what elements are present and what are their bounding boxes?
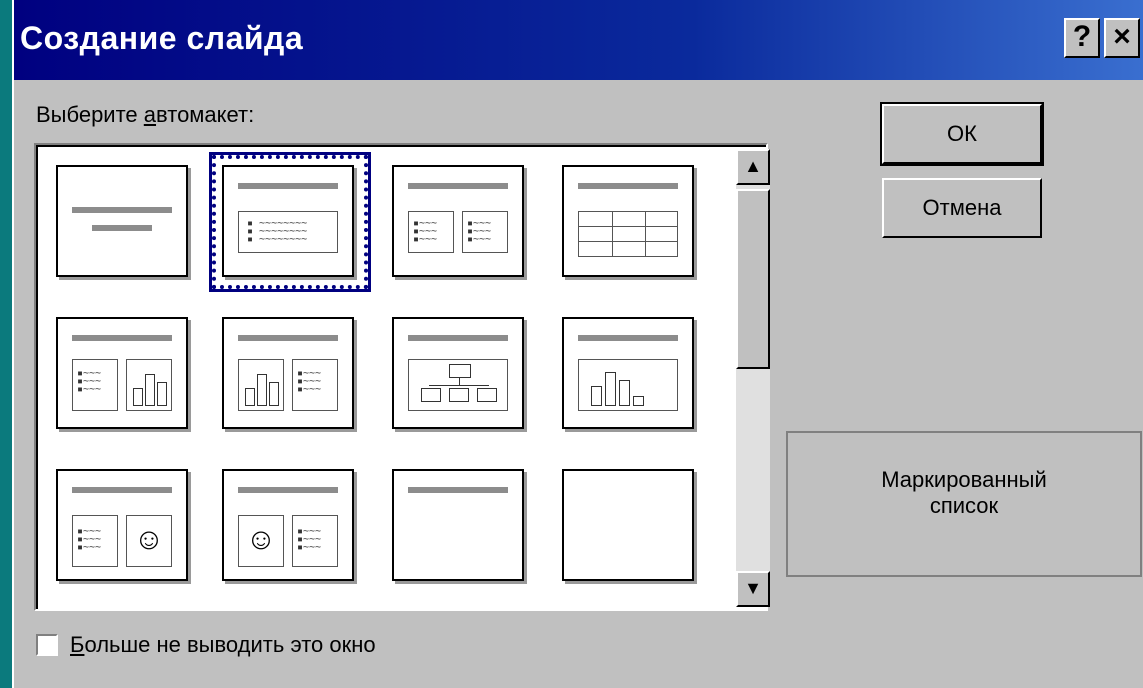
slide-creation-dialog: Создание слайда ? × Выберите автомакет: … [12, 0, 1143, 688]
dialog-title: Создание слайда [20, 20, 304, 56]
bullet-list-icon: ▪~~~ ▪~~~ ▪~~~ [77, 368, 102, 395]
subtitle-bar-shape [92, 225, 152, 231]
dont-show-checkbox[interactable] [36, 634, 58, 656]
title-bar-shape [72, 487, 172, 493]
layout-text-and-clipart[interactable]: ▪~~~ ▪~~~ ▪~~~ ☺ [56, 469, 188, 581]
title-bar-shape [72, 207, 172, 213]
bar-chart-icon [238, 359, 284, 411]
description-line-1: Маркированный [881, 467, 1047, 492]
listbox-frame: ▪ ~~~~~~~~ ▪ ~~~~~~~~ ▪ ~~~~~~~~ ▪~~~ ▪~… [36, 145, 770, 609]
text-box-shape: ▪~~~ ▪~~~ ▪~~~ [408, 211, 454, 253]
table-icon [578, 211, 678, 257]
clipart-person-icon: ☺ [126, 515, 172, 567]
title-bar-shape [578, 335, 678, 341]
bullet-list-icon: ▪~~~ ▪~~~ ▪~~~ [297, 526, 322, 553]
bullet-list-icon: ▪~~~ ▪~~~ ▪~~~ [467, 218, 492, 245]
bullet-list-icon: ▪~~~ ▪~~~ ▪~~~ [77, 526, 102, 553]
layout-clipart-and-text[interactable]: ☺ ▪~~~ ▪~~~ ▪~~~ [222, 469, 354, 581]
cancel-button[interactable]: Отмена [882, 178, 1042, 238]
layout-text-and-chart[interactable]: ▪~~~ ▪~~~ ▪~~~ [56, 317, 188, 429]
clipart-person-icon: ☺ [238, 515, 284, 567]
bar-chart-icon [126, 359, 172, 411]
layout-table[interactable] [562, 165, 694, 277]
label-part: втомакет: [156, 102, 255, 127]
title-bar-shape [72, 335, 172, 341]
layout-description-panel: Маркированный список [786, 431, 1142, 577]
layout-title-slide[interactable] [56, 165, 188, 277]
title-bar-shape [578, 183, 678, 189]
text-box-shape: ▪~~~ ▪~~~ ▪~~~ [292, 359, 338, 411]
scroll-down-arrow-icon[interactable]: ▼ [736, 571, 770, 607]
close-button[interactable]: × [1104, 18, 1140, 58]
title-bar-shape [408, 183, 508, 189]
ok-button[interactable]: ОК [880, 102, 1044, 166]
scroll-thumb[interactable] [736, 189, 770, 369]
bullet-list-icon: ▪~~~ ▪~~~ ▪~~~ [413, 218, 438, 245]
title-bar-shape [238, 183, 338, 189]
bullet-list-icon: ▪~~~ ▪~~~ ▪~~~ [297, 368, 322, 395]
help-button[interactable]: ? [1064, 18, 1100, 58]
label-accelerator: Б [70, 632, 85, 657]
layout-chart[interactable] [562, 317, 694, 429]
title-bar-shape [238, 335, 338, 341]
title-bar[interactable]: Создание слайда ? × [14, 0, 1143, 80]
text-box-shape: ▪~~~ ▪~~~ ▪~~~ [462, 211, 508, 253]
text-box-shape: ▪~~~ ▪~~~ ▪~~~ [72, 515, 118, 567]
layout-org-chart[interactable] [392, 317, 524, 429]
title-bar-shape [408, 487, 508, 493]
layout-listbox[interactable]: ▪ ~~~~~~~~ ▪ ~~~~~~~~ ▪ ~~~~~~~~ ▪~~~ ▪~… [34, 143, 770, 611]
layout-two-column-text[interactable]: ▪~~~ ▪~~~ ▪~~~ ▪~~~ ▪~~~ ▪~~~ [392, 165, 524, 277]
dont-show-label[interactable]: Больше не выводить это окно [70, 632, 376, 658]
layout-scrollbar[interactable]: ▲ ▼ [736, 149, 770, 607]
title-bar-shape [238, 487, 338, 493]
layout-bulleted-list[interactable]: ▪ ~~~~~~~~ ▪ ~~~~~~~~ ▪ ~~~~~~~~ [222, 165, 354, 277]
bullet-list-icon: ▪ ~~~~~~~~ ▪ ~~~~~~~~ ▪ ~~~~~~~~ [247, 218, 308, 245]
layout-blank[interactable] [562, 469, 694, 581]
layout-picker-label: Выберите автомакет: [36, 102, 254, 128]
bar-chart-icon [578, 359, 678, 411]
text-box-shape: ▪~~~ ▪~~~ ▪~~~ [292, 515, 338, 567]
text-box-shape: ▪~~~ ▪~~~ ▪~~~ [72, 359, 118, 411]
text-box-shape: ▪ ~~~~~~~~ ▪ ~~~~~~~~ ▪ ~~~~~~~~ [238, 211, 338, 253]
title-bar-shape [408, 335, 508, 341]
label-part: ольше не выводить это окно [84, 632, 376, 657]
description-line-2: список [929, 493, 999, 518]
layout-chart-and-text[interactable]: ▪~~~ ▪~~~ ▪~~~ [222, 317, 354, 429]
layout-title-only[interactable] [392, 469, 524, 581]
label-part: Выберите [36, 102, 144, 127]
scroll-up-arrow-icon[interactable]: ▲ [736, 149, 770, 185]
label-accelerator: а [143, 102, 157, 127]
org-chart-icon [408, 359, 508, 411]
